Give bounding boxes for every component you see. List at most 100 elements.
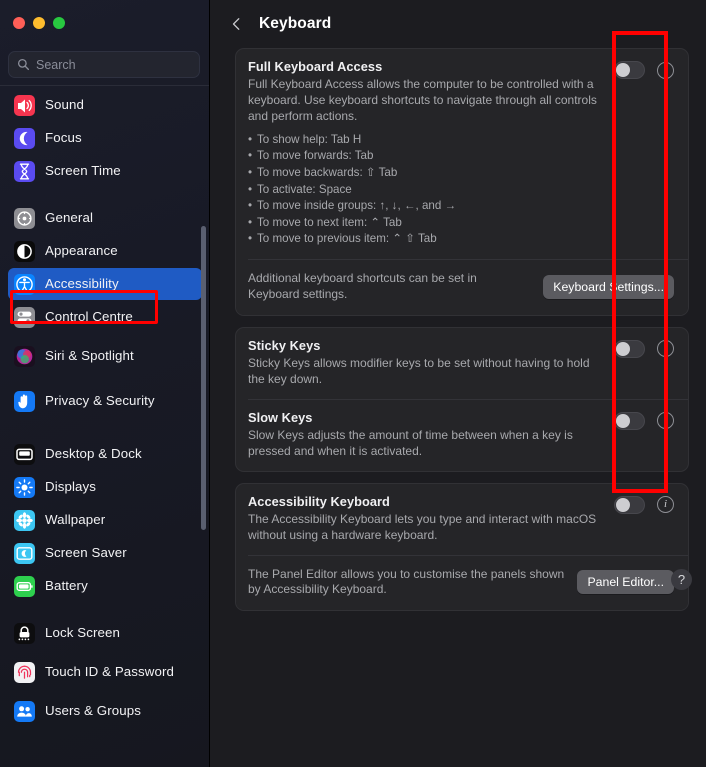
focus-icon: [14, 127, 35, 149]
sticky-keys-toggle[interactable]: [614, 339, 645, 358]
slow-keys-description: Slow Keys adjusts the amount of time bet…: [248, 427, 573, 458]
users-groups-icon: [14, 700, 35, 722]
sidebar-scrollbar[interactable]: [201, 226, 206, 530]
shortcut-bullet: • To move forwards: Tab: [248, 148, 604, 165]
back-button[interactable]: [227, 15, 245, 33]
sidebar-item-label: Lock Screen: [45, 625, 121, 641]
sidebar-item-touch-id-password[interactable]: Touch ID & Password: [8, 650, 202, 694]
general-gear-icon: [14, 207, 35, 229]
sidebar-item-label: Siri & Spotlight: [45, 348, 134, 364]
sidebar-item-accessibility[interactable]: Accessibility: [8, 268, 202, 300]
accessibility-keyboard-title: Accessibility Keyboard: [248, 493, 390, 509]
sidebar-item-label: Screen Saver: [45, 545, 127, 561]
displays-icon: [14, 476, 35, 498]
lock-screen-icon: [14, 622, 35, 644]
minimize-window-button[interactable]: [33, 17, 45, 29]
shortcut-bullet: • To move inside groups: ↑, ↓, ←, and →: [248, 198, 604, 215]
slow-keys-info-icon[interactable]: i: [657, 412, 674, 430]
appearance-icon: [14, 240, 35, 262]
toggle-knob: [616, 497, 630, 512]
sidebar-item-lock-screen[interactable]: Lock Screen: [8, 617, 202, 649]
sidebar-item-general[interactable]: General: [8, 202, 202, 234]
zoom-window-button[interactable]: [53, 17, 65, 29]
row-panel-editor: The Panel Editor allows you to customise…: [236, 555, 688, 611]
sidebar-item-label: Focus: [45, 130, 82, 146]
window-traffic-lights: [13, 17, 65, 29]
sidebar-item-label: Screen Time: [45, 163, 121, 179]
row-full-keyboard-access: Full Keyboard Access Full Keyboard Acces…: [236, 49, 688, 259]
main-content: Keyboard Full Keyboard Access Full Keybo…: [210, 0, 706, 767]
sidebar-item-screen-saver[interactable]: Screen Saver: [8, 537, 202, 569]
toggle-knob: [616, 413, 630, 428]
sidebar-item-label: Touch ID & Password: [45, 664, 175, 680]
card-sticky-slow-keys: Sticky Keys Sticky Keys allows modifier …: [235, 326, 689, 472]
card-accessibility-keyboard: Accessibility Keyboard The Accessibility…: [235, 482, 689, 612]
sidebar-item-siri-spotlight[interactable]: Siri & Spotlight: [8, 334, 202, 378]
shortcut-text: To move backwards: ⇧ Tab: [257, 166, 398, 180]
sidebar-item-label: Privacy & Security: [45, 393, 155, 409]
full-keyboard-access-description: Full Keyboard Access allows the computer…: [248, 77, 597, 123]
touch-id-icon: [14, 661, 35, 683]
row-controls: i: [614, 338, 674, 358]
bullet-dot: •: [248, 215, 253, 229]
slow-keys-title: Slow Keys: [248, 409, 313, 425]
sidebar-item-focus[interactable]: Focus: [8, 122, 202, 154]
row-sticky-keys: Sticky Keys Sticky Keys allows modifier …: [236, 328, 688, 399]
shortcut-bullet: • To activate: Space: [248, 182, 604, 199]
row-text-block: Sticky Keys Sticky Keys allows modifier …: [248, 338, 614, 388]
row-text-block: Full Keyboard Access Full Keyboard Acces…: [248, 59, 614, 248]
bullet-dot: •: [248, 132, 253, 146]
sticky-keys-info-icon[interactable]: i: [657, 340, 674, 358]
row-text-block: Slow Keys Slow Keys adjusts the amount o…: [248, 410, 614, 460]
sidebar-item-wallpaper[interactable]: Wallpaper: [8, 504, 202, 536]
accessibility-keyboard-description: The Accessibility Keyboard lets you type…: [248, 511, 597, 542]
slow-keys-toggle[interactable]: [614, 411, 645, 430]
search-field[interactable]: Search: [8, 51, 200, 78]
sticky-keys-title: Sticky Keys: [248, 337, 321, 353]
shortcut-text: To move to next item: ⌃ Tab: [257, 215, 402, 229]
system-settings-window: Search Sound Focus Screen Time General Appea…: [0, 0, 706, 767]
sidebar-group-separator: [0, 424, 210, 438]
sidebar-item-appearance[interactable]: Appearance: [8, 235, 202, 267]
screen-saver-icon: [14, 542, 35, 564]
accessibility-keyboard-info-icon[interactable]: i: [657, 496, 674, 514]
sidebar-item-sound[interactable]: Sound: [8, 89, 202, 121]
sidebar-item-label: Sound: [45, 97, 84, 113]
sidebar-list: Sound Focus Screen Time General Appearance Ac…: [0, 86, 210, 728]
sidebar-item-privacy-security[interactable]: Privacy & Security: [8, 379, 202, 423]
wallpaper-icon: [14, 509, 35, 531]
panel-editor-button[interactable]: Panel Editor...: [577, 570, 674, 595]
close-window-button[interactable]: [13, 17, 25, 29]
shortcut-text: To activate: Space: [257, 182, 352, 196]
full-keyboard-access-info-icon[interactable]: i: [657, 61, 674, 79]
toggle-knob: [616, 63, 630, 77]
control-centre-icon: [14, 306, 35, 328]
sidebar-item-screen-time[interactable]: Screen Time: [8, 155, 202, 187]
bullet-dot: •: [248, 232, 253, 246]
row-controls: i: [614, 494, 674, 514]
sidebar-item-label: Desktop & Dock: [45, 446, 142, 462]
shortcut-bullet: • To move to previous item: ⌃ ⇧ Tab: [248, 231, 604, 248]
sidebar-item-control-centre[interactable]: Control Centre: [8, 301, 202, 333]
sidebar-item-battery[interactable]: Battery: [8, 570, 202, 602]
battery-icon: [14, 575, 35, 597]
shortcut-bullet: • To move to next item: ⌃ Tab: [248, 215, 604, 232]
accessibility-keyboard-toggle[interactable]: [614, 495, 645, 514]
page-title: Keyboard: [259, 15, 332, 32]
shortcut-bullet: • To move backwards: ⇧ Tab: [248, 165, 604, 182]
sidebar-item-desktop-dock[interactable]: Desktop & Dock: [8, 438, 202, 470]
sticky-keys-description: Sticky Keys allows modifier keys to be s…: [248, 355, 590, 386]
help-button[interactable]: ?: [671, 569, 692, 590]
row-accessibility-keyboard: Accessibility Keyboard The Accessibility…: [236, 484, 688, 555]
accessibility-icon: [14, 273, 35, 295]
sidebar-item-displays[interactable]: Displays: [8, 471, 202, 503]
search-icon: [17, 58, 30, 71]
sidebar-item-users-groups[interactable]: Users & Groups: [8, 695, 202, 727]
content-header: Keyboard: [210, 0, 706, 48]
keyboard-settings-button[interactable]: Keyboard Settings...: [543, 274, 674, 299]
sidebar-item-label: Battery: [45, 578, 88, 594]
full-keyboard-access-toggle[interactable]: [614, 61, 645, 79]
panel-editor-description: The Panel Editor allows you to customise…: [248, 566, 565, 597]
row-controls: i: [614, 59, 674, 79]
privacy-hand-icon: [14, 390, 35, 412]
